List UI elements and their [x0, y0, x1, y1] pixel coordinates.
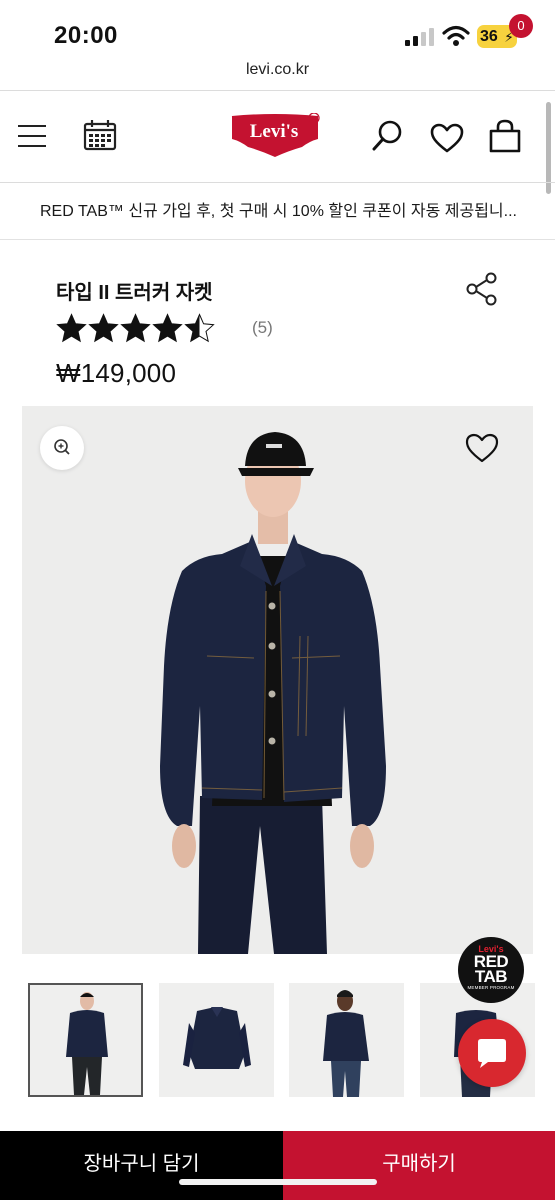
- levis-logo[interactable]: R Levi's: [230, 112, 324, 159]
- site-header: R Levi's: [0, 91, 555, 182]
- share-icon[interactable]: [466, 272, 498, 306]
- logo-text: Levi's: [249, 121, 299, 142]
- zoom-icon: [54, 439, 70, 455]
- model-photo: [22, 406, 533, 954]
- divider: [0, 239, 555, 240]
- star-icon: [152, 313, 183, 343]
- star-icon: [120, 313, 151, 343]
- product-main-image[interactable]: [22, 406, 533, 954]
- shopping-bag-icon[interactable]: [488, 119, 522, 153]
- heart-icon[interactable]: [430, 123, 464, 153]
- star-icon: [88, 313, 119, 343]
- zoom-button[interactable]: [40, 426, 84, 470]
- rating-stars: [56, 312, 216, 346]
- review-count[interactable]: (5): [252, 318, 273, 338]
- wishlist-heart-icon[interactable]: [465, 432, 499, 464]
- red-tab-title: RED TAB: [458, 953, 524, 986]
- scrollbar[interactable]: [546, 102, 551, 194]
- thumbnail-image: [30, 985, 141, 1095]
- thumbnail-2[interactable]: [159, 983, 274, 1097]
- home-indicator: [179, 1179, 377, 1185]
- thumbnail-3[interactable]: [289, 983, 404, 1097]
- thumbnail-image: [159, 983, 274, 1097]
- signal-icon: [405, 28, 434, 46]
- cart-count-badge: 0: [509, 14, 533, 38]
- add-to-cart-button[interactable]: 장바구니 담기: [0, 1131, 283, 1200]
- status-bar: 20:00 36 ⚡: [0, 0, 555, 58]
- product-price: ₩149,000: [56, 358, 177, 388]
- promo-banner[interactable]: RED TAB™ 신규 가입 후, 첫 구매 시 10% 할인 쿠폰이 자동 제…: [0, 183, 555, 239]
- chat-button[interactable]: [458, 1019, 526, 1087]
- url-text: levi.co.kr: [245, 61, 310, 78]
- url-bar[interactable]: levi.co.kr: [0, 58, 555, 90]
- product-title: 타입 II 트러커 자켓: [56, 282, 213, 304]
- red-tab-title-line2: TAB: [474, 967, 508, 986]
- thumbnail-1[interactable]: [28, 983, 143, 1097]
- battery-level: 36: [480, 28, 498, 45]
- red-tab-badge[interactable]: Levi's RED TAB MEMBER PROGRAM: [458, 937, 524, 1003]
- calendar-icon[interactable]: [83, 119, 117, 151]
- chat-icon: [478, 1039, 506, 1068]
- red-tab-subtitle: MEMBER PROGRAM: [467, 985, 515, 990]
- star-icon: [56, 313, 87, 343]
- search-icon[interactable]: [371, 119, 405, 153]
- buy-now-button[interactable]: 구매하기: [283, 1131, 555, 1200]
- menu-icon[interactable]: [18, 123, 46, 149]
- status-time: 20:00: [54, 22, 118, 49]
- thumbnail-image: [289, 983, 404, 1097]
- wifi-icon: [442, 25, 470, 46]
- star-icon: [184, 313, 215, 343]
